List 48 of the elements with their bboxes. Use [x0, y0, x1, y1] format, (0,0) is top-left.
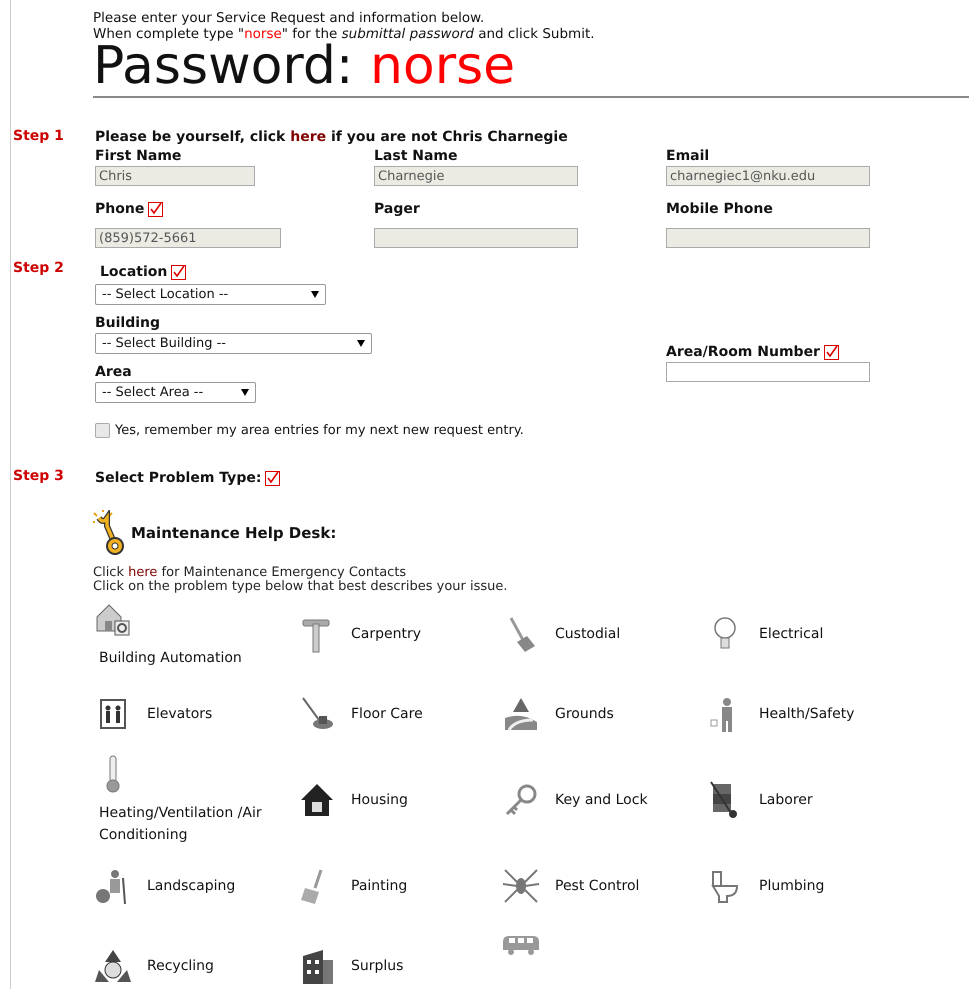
problem-type-link[interactable]: Landscaping [147, 878, 236, 894]
section-title: Maintenance Help Desk: [131, 524, 336, 542]
caret-icon [357, 340, 365, 347]
problem-type-link[interactable]: Housing [351, 792, 408, 808]
problem-type-link[interactable]: Carpentry [351, 626, 422, 642]
problem-type-link[interactable]: Pest Control [555, 878, 640, 894]
field-label: Phone [95, 201, 144, 217]
instruction-text: Click on the problem type below that best describes your issue. [93, 580, 509, 594]
problem-type-link[interactable]: Key and Lock [555, 792, 648, 808]
problem-type-link[interactable]: Recycling [147, 958, 214, 974]
intro-text: Please enter your Service Request and information below. [93, 10, 486, 26]
problem-type-link[interactable]: Laborer [759, 792, 813, 808]
problem-type-link[interactable]: Floor Care [351, 706, 423, 722]
identity-notice: Please be yourself, click here if you are not Chris Charnegie [95, 128, 569, 146]
select-dropdown[interactable]: -- Select Location -- [95, 284, 326, 305]
problem-type-link[interactable]: Custodial [555, 626, 620, 642]
problem-type-link[interactable]: Elevators [147, 706, 212, 722]
field-label: Area/Room Number [666, 344, 820, 360]
field-label: Pager [374, 201, 420, 217]
checkbox[interactable] [95, 423, 110, 438]
field-label: Mobile Phone [666, 201, 773, 217]
field-label: Building [95, 315, 160, 331]
field-label: Area [95, 364, 132, 380]
problem-type-link[interactable]: Building Automation [93, 647, 242, 669]
problem-type-link[interactable]: Plumbing [759, 878, 824, 894]
step-label: Step 2 [12, 260, 65, 278]
problem-type-link[interactable]: Health/Safety [759, 706, 854, 722]
field-label: Last Name [374, 148, 458, 164]
problem-type-link[interactable]: Heating/Ventilation /Air Conditioning [93, 802, 297, 846]
select-dropdown[interactable]: -- Select Building -- [95, 333, 372, 354]
here-link[interactable]: here [128, 565, 158, 580]
checkbox-label: Yes, remember my area entries for my next new request entry. [115, 423, 524, 438]
problem-type-link[interactable]: Grounds [555, 706, 614, 722]
step-label: Step 3 [12, 468, 65, 486]
problem-type-link[interactable]: Electrical [759, 626, 824, 642]
emergency-contacts-text: Click here for Maintenance Emergency Contacts [93, 566, 408, 580]
field-label: Location [100, 264, 168, 280]
input-field[interactable] [666, 362, 870, 382]
step-label: Step 1 [12, 128, 65, 146]
field-label: First Name [95, 148, 182, 164]
here-link[interactable]: here [290, 129, 326, 145]
problem-type-link[interactable]: Surplus [351, 958, 404, 974]
caret-icon [241, 389, 249, 396]
caret-icon [311, 291, 319, 298]
field-label: Email [666, 148, 710, 164]
select-dropdown[interactable]: -- Select Area -- [95, 382, 256, 403]
problem-type-link[interactable]: Painting [351, 878, 408, 894]
field-label: Select Problem Type: [95, 470, 262, 486]
